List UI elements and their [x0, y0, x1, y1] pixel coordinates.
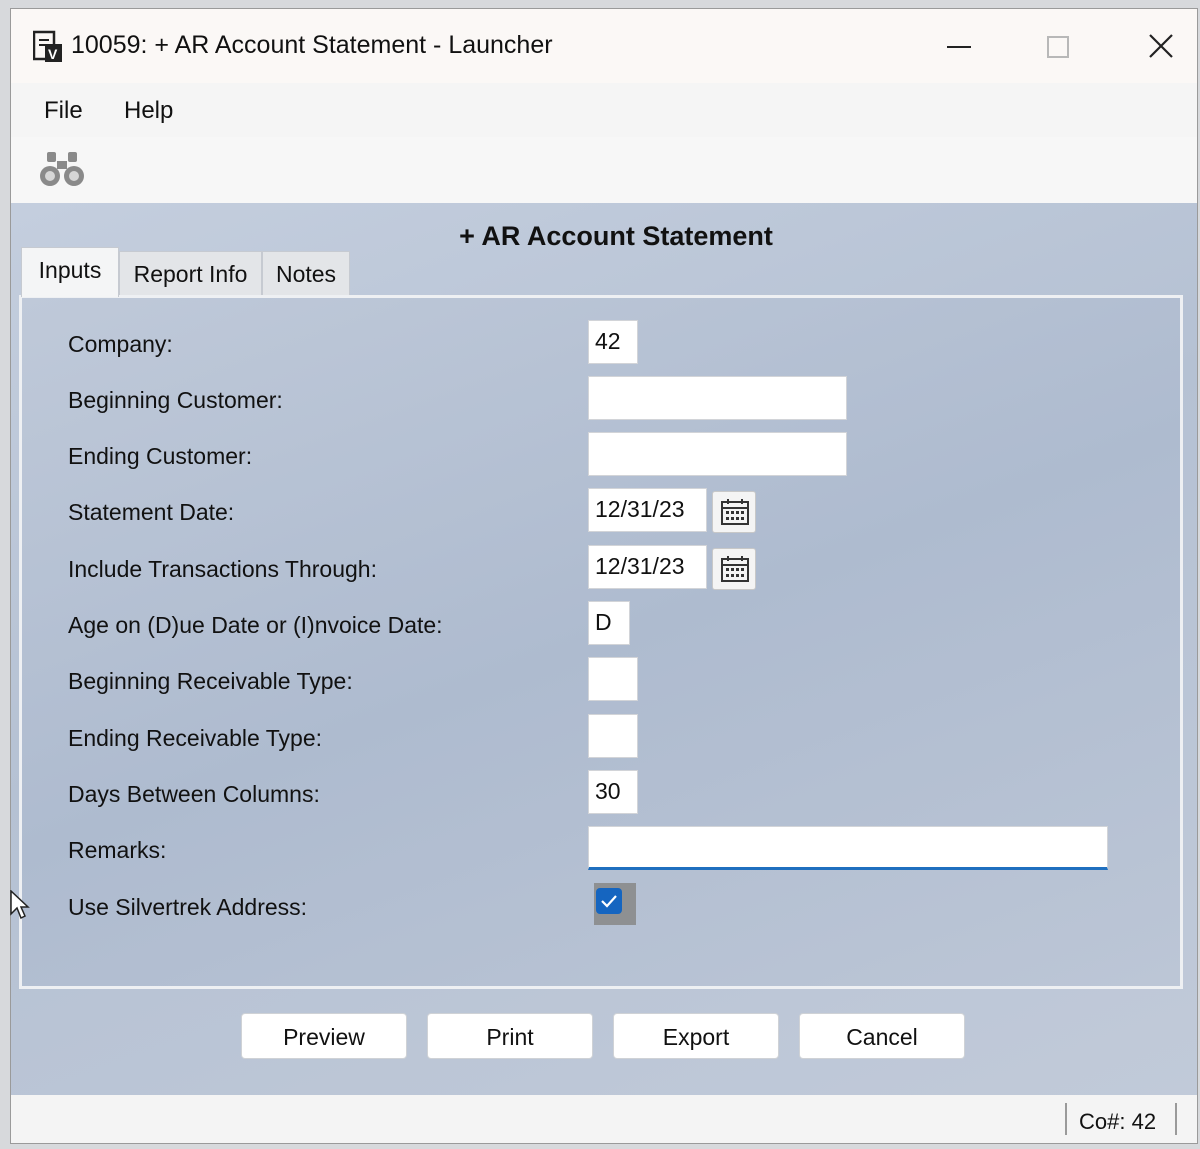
statement-date-calendar-button[interactable] [712, 491, 756, 533]
status-separator [1065, 1103, 1067, 1135]
close-icon[interactable] [1141, 27, 1181, 67]
report-app-icon: V [33, 30, 62, 62]
menu-help[interactable]: Help [124, 97, 173, 125]
remarks-label: Remarks: [68, 837, 167, 863]
tab-report-info[interactable]: Report Info [119, 251, 262, 295]
include-through-calendar-button[interactable] [712, 548, 756, 590]
beginning-receivable-type-label: Beginning Receivable Type: [68, 668, 353, 694]
calendar-icon [721, 499, 749, 525]
status-company: Co#: 42 [1079, 1109, 1157, 1134]
ending-customer-input[interactable] [588, 432, 847, 476]
title-bar: V 10059: + AR Account Statement - Launch… [11, 9, 1197, 83]
menu-file[interactable]: File [44, 97, 83, 125]
company-label: Company: [68, 331, 173, 357]
tab-inputs[interactable]: Inputs [21, 247, 119, 297]
status-separator [1175, 1103, 1177, 1135]
statement-date-input[interactable]: 12/31/23 [588, 488, 707, 532]
menu-bar: File Help [11, 83, 1197, 137]
main-area: + AR Account Statement Inputs Report Inf… [11, 203, 1197, 1095]
print-button[interactable]: Print [427, 1013, 593, 1059]
maximize-icon[interactable] [1037, 27, 1077, 67]
checkmark-icon [601, 895, 617, 908]
minimize-icon[interactable] [939, 27, 979, 67]
export-button[interactable]: Export [613, 1013, 779, 1059]
toolbar [11, 137, 1197, 204]
days-between-columns-input[interactable]: 30 [588, 770, 638, 814]
inputs-panel: Company: 42 Beginning Customer: Ending C… [19, 295, 1183, 989]
mouse-cursor-icon [10, 890, 30, 920]
beginning-customer-label: Beginning Customer: [68, 387, 283, 413]
calendar-icon [721, 556, 749, 582]
include-through-input[interactable]: 12/31/23 [588, 545, 707, 589]
ending-customer-label: Ending Customer: [68, 443, 253, 469]
use-silvertrek-address-checkbox[interactable] [596, 888, 622, 914]
form-title: + AR Account Statement [459, 221, 773, 251]
ending-receivable-type-input[interactable] [588, 714, 638, 758]
launcher-window: V 10059: + AR Account Statement - Launch… [10, 8, 1198, 1144]
age-on-input[interactable]: D [588, 601, 630, 645]
beginning-customer-input[interactable] [588, 376, 847, 420]
cancel-button[interactable]: Cancel [799, 1013, 965, 1059]
tab-notes[interactable]: Notes [262, 251, 350, 295]
window-title: 10059: + AR Account Statement - Launcher [71, 31, 553, 59]
use-silvertrek-address-checkbox-focus [594, 883, 636, 925]
preview-button[interactable]: Preview [241, 1013, 407, 1059]
age-on-label: Age on (D)ue Date or (I)nvoice Date: [68, 612, 443, 638]
company-input[interactable]: 42 [588, 320, 638, 364]
days-between-columns-label: Days Between Columns: [68, 781, 320, 807]
include-through-label: Include Transactions Through: [68, 556, 377, 582]
ending-receivable-type-label: Ending Receivable Type: [68, 725, 323, 751]
beginning-receivable-type-input[interactable] [588, 657, 638, 701]
remarks-input[interactable] [588, 826, 1108, 870]
use-silvertrek-address-label: Use Silvertrek Address: [68, 894, 308, 920]
status-bar: Co#: 42 [11, 1095, 1197, 1143]
binoculars-icon[interactable] [39, 149, 85, 189]
statement-date-label: Statement Date: [68, 499, 235, 525]
svg-text:V: V [48, 46, 58, 62]
